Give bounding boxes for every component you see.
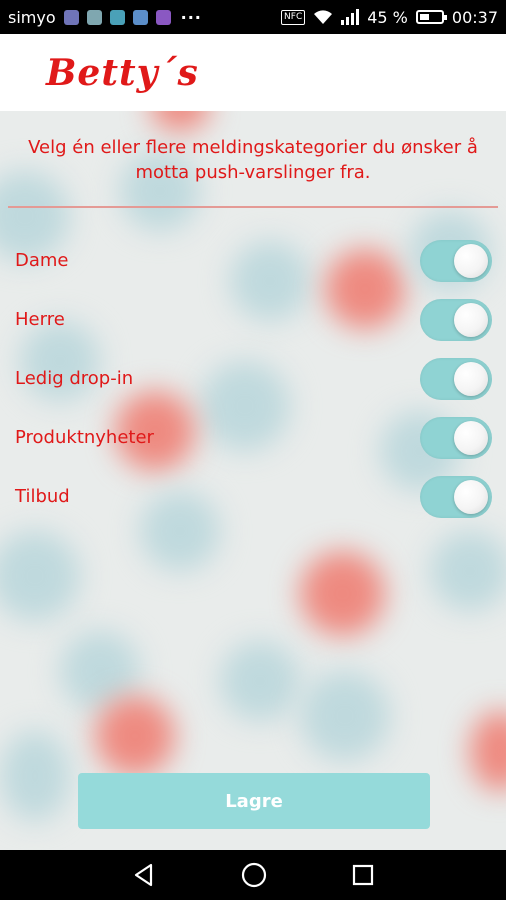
- notification-icon: [155, 9, 171, 25]
- settings-panel: Velg én eller flere meldingskategorier d…: [0, 111, 506, 850]
- divider: [8, 206, 498, 208]
- signal-icon: [341, 9, 360, 25]
- category-row-ledig-drop-in: Ledig drop-in: [0, 355, 506, 401]
- toggle-knob: [454, 480, 488, 514]
- category-label: Herre: [15, 308, 65, 330]
- wifi-icon: [314, 10, 333, 24]
- tilbud-toggle[interactable]: [420, 476, 492, 518]
- home-icon[interactable]: [240, 861, 268, 889]
- notification-icon: [109, 9, 125, 25]
- navigation-bar: [0, 850, 506, 900]
- battery-percent: 45 %: [367, 7, 408, 27]
- notification-icon: [86, 9, 102, 25]
- battery-icon: [415, 10, 447, 24]
- content-area: Velg én eller flere meldingskategorier d…: [0, 111, 506, 850]
- app-logo: Betty´s: [46, 51, 199, 94]
- category-label: Ledig drop-in: [15, 367, 134, 389]
- intro-text: Velg én eller flere meldingskategorier d…: [28, 137, 478, 183]
- ledig-drop-in-toggle[interactable]: [420, 358, 492, 400]
- toggle-knob: [454, 421, 488, 455]
- clock: 00:37: [451, 7, 498, 27]
- notification-icon: [132, 9, 148, 25]
- back-icon[interactable]: [131, 862, 157, 888]
- carrier-name: simyo: [8, 7, 56, 27]
- save-button[interactable]: Lagre: [78, 773, 430, 829]
- category-row-dame: Dame: [0, 237, 506, 283]
- dame-toggle[interactable]: [420, 240, 492, 282]
- category-label: Produktnyheter: [15, 426, 154, 448]
- category-label: Tilbud: [15, 485, 70, 507]
- status-bar: simyo ··· NFC 45 % 00:37: [0, 0, 506, 34]
- more-notifications-icon: ···: [180, 7, 202, 27]
- herre-toggle[interactable]: [420, 299, 492, 341]
- toggle-knob: [454, 244, 488, 278]
- nfc-icon: NFC: [281, 9, 306, 25]
- app-bar: Betty´s: [0, 34, 506, 111]
- recents-icon[interactable]: [351, 863, 375, 887]
- toggle-knob: [454, 362, 488, 396]
- produktnyheter-toggle[interactable]: [420, 417, 492, 459]
- category-row-produktnyheter: Produktnyheter: [0, 414, 506, 460]
- category-row-herre: Herre: [0, 296, 506, 342]
- toggle-knob: [454, 303, 488, 337]
- category-label: Dame: [15, 249, 69, 271]
- notification-icon: [63, 9, 79, 25]
- category-row-tilbud: Tilbud: [0, 473, 506, 519]
